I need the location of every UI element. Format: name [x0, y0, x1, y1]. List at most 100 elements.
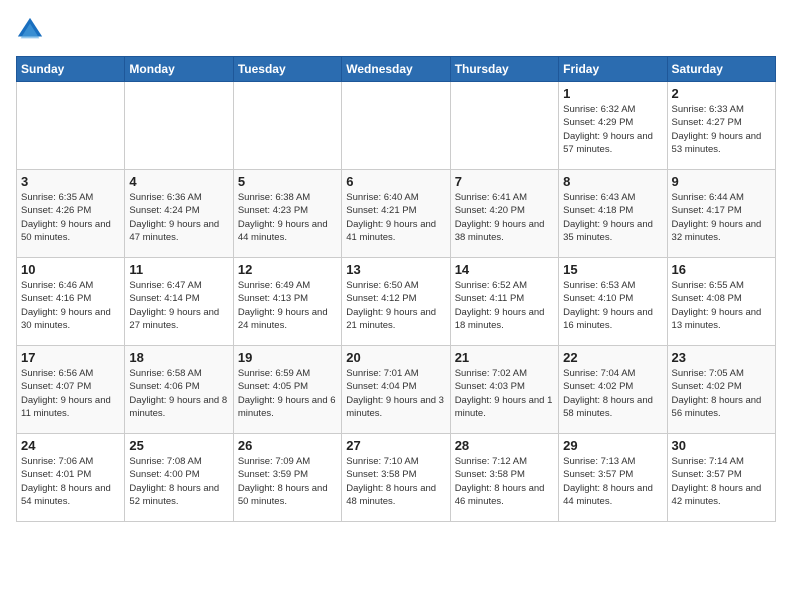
- day-number: 5: [238, 174, 337, 189]
- day-info: Sunrise: 6:50 AM Sunset: 4:12 PM Dayligh…: [346, 279, 445, 332]
- calendar-cell: 14 Sunrise: 6:52 AM Sunset: 4:11 PM Dayli…: [450, 258, 558, 346]
- day-info: Sunrise: 7:02 AM Sunset: 4:03 PM Dayligh…: [455, 367, 554, 420]
- calendar-table: SundayMondayTuesdayWednesdayThursdayFrid…: [16, 56, 776, 522]
- calendar-cell: 9 Sunrise: 6:44 AM Sunset: 4:17 PM Daylig…: [667, 170, 775, 258]
- calendar-week-row: 10Sunrise: 6:46 AM Sunset: 4:16 PM Dayli…: [17, 258, 776, 346]
- day-number: 24: [21, 438, 120, 453]
- day-info: Sunrise: 7:06 AM Sunset: 4:01 PM Dayligh…: [21, 455, 120, 508]
- day-info: Sunrise: 7:05 AM Sunset: 4:02 PM Dayligh…: [672, 367, 771, 420]
- day-of-week-header: Wednesday: [342, 57, 450, 82]
- day-info: Sunrise: 6:58 AM Sunset: 4:06 PM Dayligh…: [129, 367, 228, 420]
- day-number: 15: [563, 262, 662, 277]
- day-info: Sunrise: 6:56 AM Sunset: 4:07 PM Dayligh…: [21, 367, 120, 420]
- day-info: Sunrise: 6:43 AM Sunset: 4:18 PM Dayligh…: [563, 191, 662, 244]
- day-of-week-header: Saturday: [667, 57, 775, 82]
- day-info: Sunrise: 6:35 AM Sunset: 4:26 PM Dayligh…: [21, 191, 120, 244]
- day-info: Sunrise: 6:59 AM Sunset: 4:05 PM Dayligh…: [238, 367, 337, 420]
- calendar-cell: [233, 82, 341, 170]
- calendar-cell: 27 Sunrise: 7:10 AM Sunset: 3:58 PM Dayli…: [342, 434, 450, 522]
- day-number: 17: [21, 350, 120, 365]
- calendar-cell: 4Sunrise: 6:36 AM Sunset: 4:24 PM Daylig…: [125, 170, 233, 258]
- day-number: 20: [346, 350, 445, 365]
- day-number: 1: [563, 86, 662, 101]
- day-number: 7: [455, 174, 554, 189]
- day-number: 27: [346, 438, 445, 453]
- day-number: 4: [129, 174, 228, 189]
- day-number: 8: [563, 174, 662, 189]
- page-header: [16, 16, 776, 44]
- day-info: Sunrise: 7:14 AM Sunset: 3:57 PM Dayligh…: [672, 455, 771, 508]
- day-number: 25: [129, 438, 228, 453]
- calendar-cell: 3 Sunrise: 6:35 AM Sunset: 4:26 PM Daylig…: [17, 170, 125, 258]
- logo-icon: [16, 16, 44, 44]
- day-info: Sunrise: 7:10 AM Sunset: 3:58 PM Dayligh…: [346, 455, 445, 508]
- calendar-cell: 19 Sunrise: 6:59 AM Sunset: 4:05 PM Dayli…: [233, 346, 341, 434]
- calendar-cell: [17, 82, 125, 170]
- calendar-cell: 20 Sunrise: 7:01 AM Sunset: 4:04 PM Dayli…: [342, 346, 450, 434]
- day-info: Sunrise: 6:40 AM Sunset: 4:21 PM Dayligh…: [346, 191, 445, 244]
- day-number: 26: [238, 438, 337, 453]
- calendar-cell: 1 Sunrise: 6:32 AM Sunset: 4:29 PM Daylig…: [559, 82, 667, 170]
- day-info: Sunrise: 6:32 AM Sunset: 4:29 PM Dayligh…: [563, 103, 662, 156]
- day-number: 19: [238, 350, 337, 365]
- day-info: Sunrise: 6:52 AM Sunset: 4:11 PM Dayligh…: [455, 279, 554, 332]
- calendar-cell: 29 Sunrise: 7:13 AM Sunset: 3:57 PM Dayli…: [559, 434, 667, 522]
- calendar-cell: 8 Sunrise: 6:43 AM Sunset: 4:18 PM Daylig…: [559, 170, 667, 258]
- calendar-week-row: 17 Sunrise: 6:56 AM Sunset: 4:07 PM Dayli…: [17, 346, 776, 434]
- calendar-cell: 22 Sunrise: 7:04 AM Sunset: 4:02 PM Dayli…: [559, 346, 667, 434]
- calendar-cell: [342, 82, 450, 170]
- day-info: Sunrise: 6:55 AM Sunset: 4:08 PM Dayligh…: [672, 279, 771, 332]
- day-info: Sunrise: 7:09 AM Sunset: 3:59 PM Dayligh…: [238, 455, 337, 508]
- calendar-cell: 28Sunrise: 7:12 AM Sunset: 3:58 PM Dayli…: [450, 434, 558, 522]
- day-number: 18: [129, 350, 228, 365]
- calendar-week-row: 24 Sunrise: 7:06 AM Sunset: 4:01 PM Dayli…: [17, 434, 776, 522]
- day-number: 11: [129, 262, 228, 277]
- calendar-cell: 11 Sunrise: 6:47 AM Sunset: 4:14 PM Dayli…: [125, 258, 233, 346]
- calendar-body: 1 Sunrise: 6:32 AM Sunset: 4:29 PM Daylig…: [17, 82, 776, 522]
- calendar-cell: 30Sunrise: 7:14 AM Sunset: 3:57 PM Dayli…: [667, 434, 775, 522]
- day-number: 21: [455, 350, 554, 365]
- calendar-cell: 10Sunrise: 6:46 AM Sunset: 4:16 PM Dayli…: [17, 258, 125, 346]
- calendar-cell: 21 Sunrise: 7:02 AM Sunset: 4:03 PM Dayli…: [450, 346, 558, 434]
- day-info: Sunrise: 6:47 AM Sunset: 4:14 PM Dayligh…: [129, 279, 228, 332]
- day-number: 2: [672, 86, 771, 101]
- day-info: Sunrise: 7:01 AM Sunset: 4:04 PM Dayligh…: [346, 367, 445, 420]
- day-number: 12: [238, 262, 337, 277]
- calendar-cell: 15 Sunrise: 6:53 AM Sunset: 4:10 PM Dayli…: [559, 258, 667, 346]
- day-number: 10: [21, 262, 120, 277]
- day-info: Sunrise: 7:12 AM Sunset: 3:58 PM Dayligh…: [455, 455, 554, 508]
- day-number: 29: [563, 438, 662, 453]
- day-number: 6: [346, 174, 445, 189]
- calendar-cell: 12Sunrise: 6:49 AM Sunset: 4:13 PM Dayli…: [233, 258, 341, 346]
- calendar-cell: [125, 82, 233, 170]
- day-number: 9: [672, 174, 771, 189]
- day-info: Sunrise: 7:08 AM Sunset: 4:00 PM Dayligh…: [129, 455, 228, 508]
- day-number: 14: [455, 262, 554, 277]
- day-info: Sunrise: 6:44 AM Sunset: 4:17 PM Dayligh…: [672, 191, 771, 244]
- day-info: Sunrise: 6:53 AM Sunset: 4:10 PM Dayligh…: [563, 279, 662, 332]
- calendar-cell: 26 Sunrise: 7:09 AM Sunset: 3:59 PM Dayli…: [233, 434, 341, 522]
- calendar-cell: 5 Sunrise: 6:38 AM Sunset: 4:23 PM Daylig…: [233, 170, 341, 258]
- day-info: Sunrise: 6:38 AM Sunset: 4:23 PM Dayligh…: [238, 191, 337, 244]
- calendar-cell: 16 Sunrise: 6:55 AM Sunset: 4:08 PM Dayli…: [667, 258, 775, 346]
- calendar-cell: 2Sunrise: 6:33 AM Sunset: 4:27 PM Daylig…: [667, 82, 775, 170]
- day-number: 23: [672, 350, 771, 365]
- day-of-week-header: Monday: [125, 57, 233, 82]
- day-number: 3: [21, 174, 120, 189]
- calendar-cell: 6 Sunrise: 6:40 AM Sunset: 4:21 PM Daylig…: [342, 170, 450, 258]
- calendar-cell: 13Sunrise: 6:50 AM Sunset: 4:12 PM Dayli…: [342, 258, 450, 346]
- calendar-header-row: SundayMondayTuesdayWednesdayThursdayFrid…: [17, 57, 776, 82]
- calendar-cell: 23 Sunrise: 7:05 AM Sunset: 4:02 PM Dayli…: [667, 346, 775, 434]
- calendar-cell: 24 Sunrise: 7:06 AM Sunset: 4:01 PM Dayli…: [17, 434, 125, 522]
- logo: [16, 16, 48, 44]
- calendar-cell: 7Sunrise: 6:41 AM Sunset: 4:20 PM Daylig…: [450, 170, 558, 258]
- calendar-cell: 17 Sunrise: 6:56 AM Sunset: 4:07 PM Dayli…: [17, 346, 125, 434]
- day-of-week-header: Tuesday: [233, 57, 341, 82]
- day-number: 16: [672, 262, 771, 277]
- day-number: 22: [563, 350, 662, 365]
- calendar-cell: 18 Sunrise: 6:58 AM Sunset: 4:06 PM Dayli…: [125, 346, 233, 434]
- day-info: Sunrise: 7:13 AM Sunset: 3:57 PM Dayligh…: [563, 455, 662, 508]
- day-of-week-header: Sunday: [17, 57, 125, 82]
- day-info: Sunrise: 7:04 AM Sunset: 4:02 PM Dayligh…: [563, 367, 662, 420]
- calendar-cell: [450, 82, 558, 170]
